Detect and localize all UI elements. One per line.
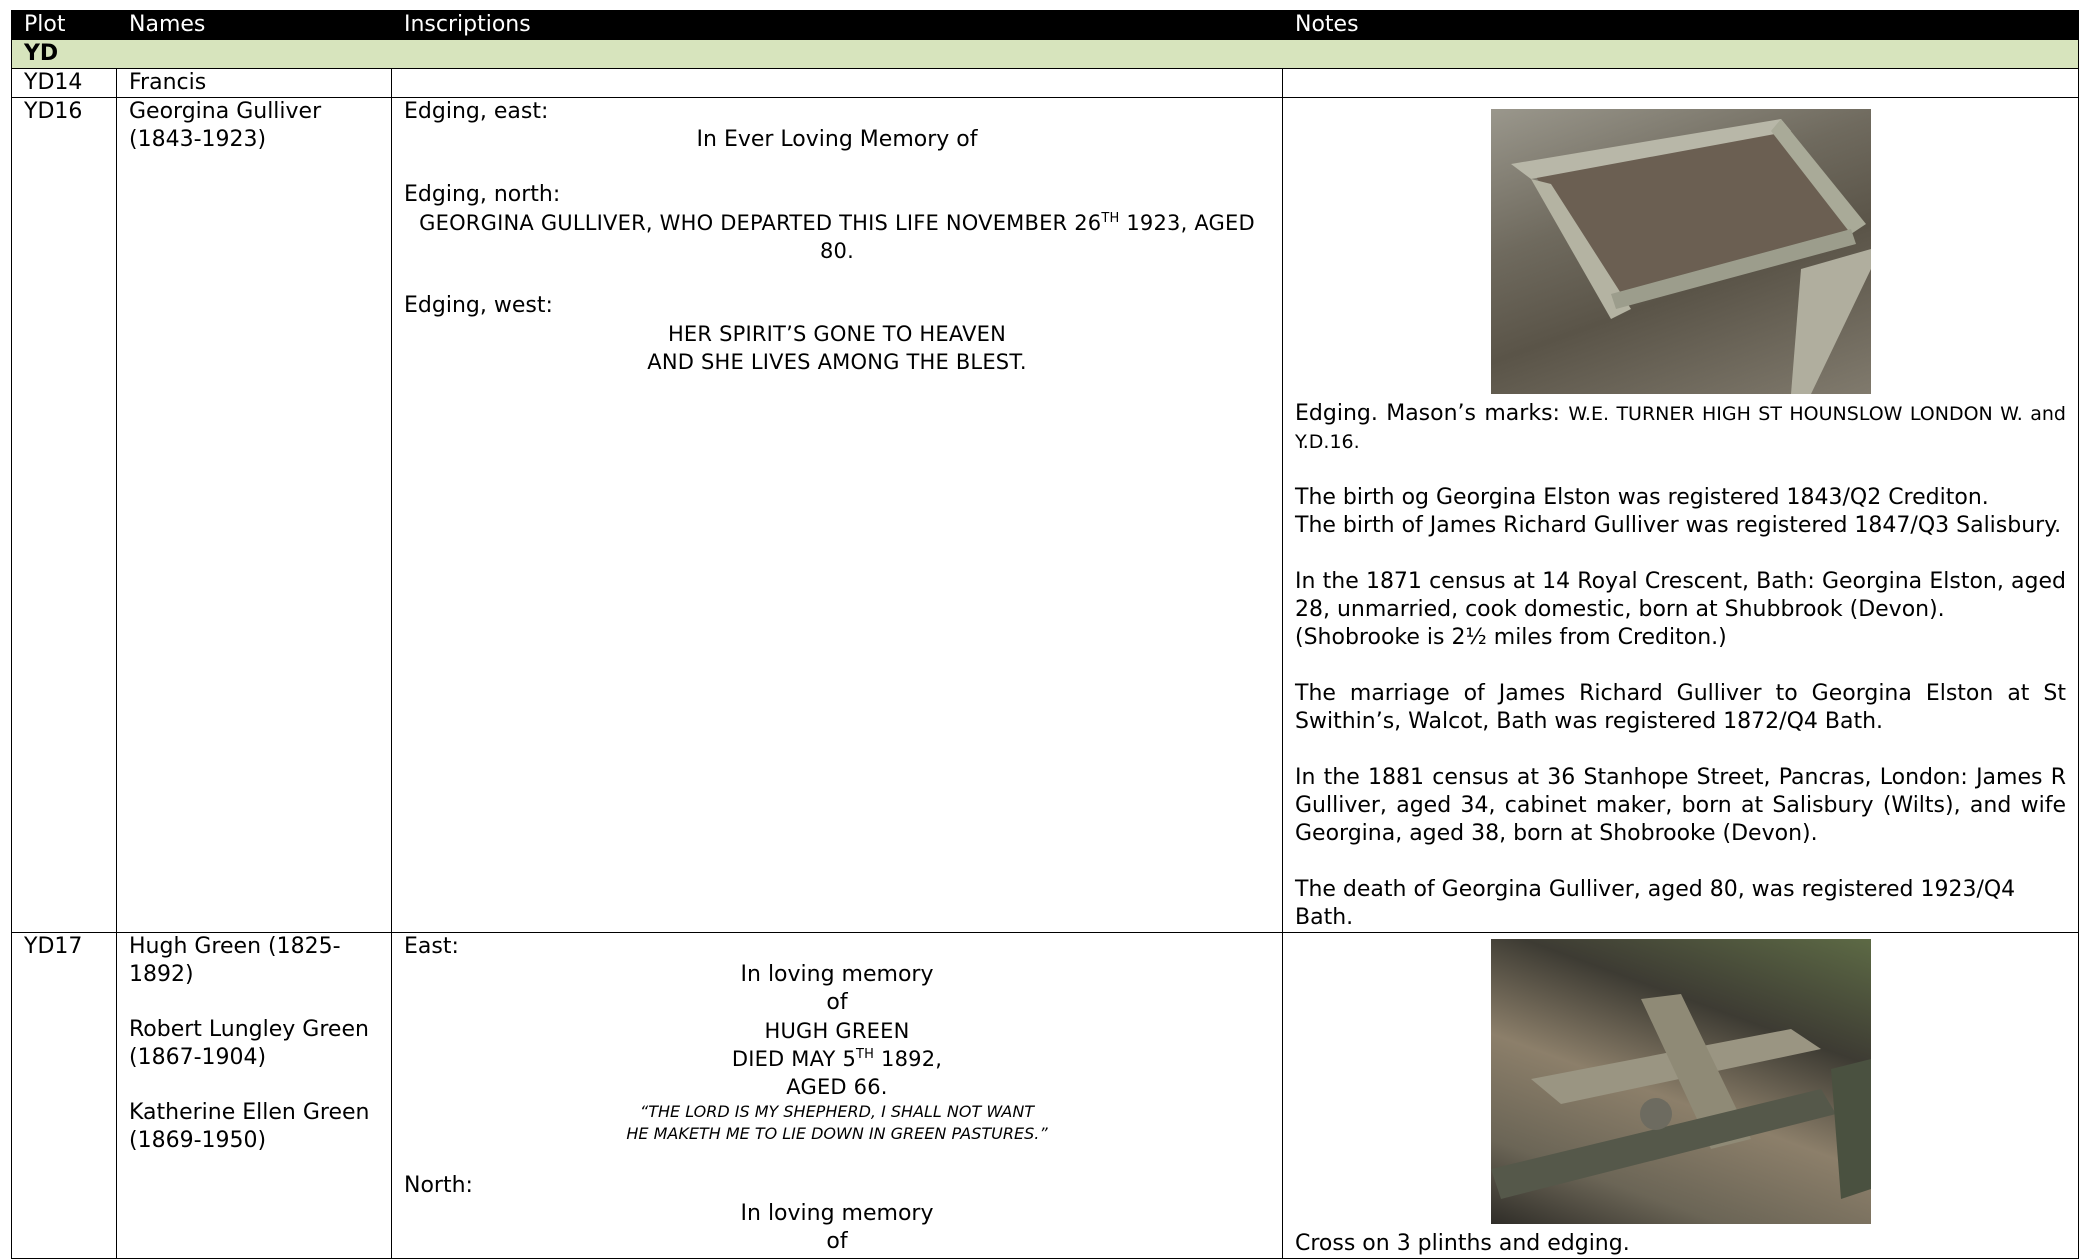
- note-paragraph: The death of Georgina Gulliver, aged 80,…: [1295, 877, 2016, 930]
- section-label: YD: [11, 39, 2079, 69]
- inscription-text: HUGH GREEN: [764, 1019, 910, 1043]
- names-cell: Francis: [116, 68, 392, 98]
- header-plot: Plot: [11, 10, 117, 40]
- table-row-yd16: YD16 Georgina Gulliver (1843-1923) Edgin…: [11, 97, 2079, 933]
- inscription-text: In Ever Loving Memory of: [696, 127, 978, 152]
- inscription-text: GEORGINA GULLIVER, WHO DEPARTED THIS LIF…: [419, 211, 1255, 263]
- header-names: Names: [116, 10, 392, 40]
- note-paragraph: The birth og Georgina Elston was registe…: [1295, 485, 2062, 538]
- plot-cell: YD17: [11, 932, 117, 1259]
- inscription-label: Edging, west:: [404, 293, 553, 318]
- inscription-quote: “THE LORD IS MY SHEPHERD, I SHALL NOT WA…: [639, 1102, 1035, 1121]
- notes-cell: Edging. Mason’s marks: W.E. TURNER HIGH …: [1282, 97, 2079, 933]
- note-paragraph: Edging. Mason’s marks: W.E. TURNER HIGH …: [1295, 401, 2066, 453]
- notes-cell: Cross on 3 plinths and edging.: [1282, 932, 2079, 1259]
- note-paragraph: In the 1871 census at 14 Royal Crescent,…: [1295, 569, 2066, 650]
- section-row: YD: [11, 39, 2079, 69]
- inscription-text: In loving memory: [740, 1201, 934, 1226]
- note-paragraph: Cross on 3 plinths and edging.: [1295, 1231, 1630, 1256]
- grave-edging-photo: [1490, 109, 1871, 394]
- burial-register-table: Plot Names Inscriptions Notes YD YD14 Fr…: [11, 10, 2079, 1259]
- person-name: Katherine Ellen Green (1869-1950): [129, 1100, 370, 1153]
- person-years: (1843-1923): [129, 127, 267, 152]
- header-inscriptions: Inscriptions: [391, 10, 1283, 40]
- plot-cell: YD16: [11, 97, 117, 933]
- inscription-label: East:: [404, 934, 459, 959]
- inscription-quote: HE MAKETH ME TO LIE DOWN IN GREEN PASTUR…: [626, 1124, 1048, 1143]
- person-name: Hugh Green (1825-1892): [129, 934, 341, 987]
- note-paragraph: The marriage of James Richard Gulliver t…: [1295, 681, 2066, 734]
- inscription-text: In loving memory: [740, 962, 934, 987]
- fallen-cross-photo: [1490, 939, 1871, 1224]
- inscriptions-cell: East: In loving memory of HUGH GREEN DIE…: [391, 932, 1283, 1259]
- person-name: Georgina Gulliver: [129, 99, 322, 124]
- inscription-text: DIED MAY 5TH 1892,: [731, 1047, 943, 1071]
- inscriptions-cell: [391, 68, 1283, 98]
- inscription-text: of: [826, 990, 848, 1015]
- table-row-yd14: YD14 Francis: [11, 68, 2079, 98]
- header-notes: Notes: [1282, 10, 2079, 40]
- inscription-label: Edging, east:: [404, 99, 549, 124]
- plot-cell: YD14: [11, 68, 117, 98]
- names-cell: Hugh Green (1825-1892) Robert Lungley Gr…: [116, 932, 392, 1259]
- inscription-text: of: [826, 1229, 848, 1254]
- header-row: Plot Names Inscriptions Notes: [11, 10, 2079, 40]
- inscription-text: AGED 66.: [786, 1075, 888, 1099]
- note-paragraph: In the 1881 census at 36 Stanhope Street…: [1295, 765, 2066, 846]
- names-cell: Georgina Gulliver (1843-1923): [116, 97, 392, 933]
- inscriptions-cell: Edging, east: In Ever Loving Memory of E…: [391, 97, 1283, 933]
- page: Plot Names Inscriptions Notes YD YD14 Fr…: [0, 0, 2081, 1259]
- inscription-text: AND SHE LIVES AMONG THE BLEST.: [647, 350, 1027, 374]
- inscription-text: HER SPIRIT’S GONE TO HEAVEN: [667, 322, 1007, 346]
- notes-cell: [1282, 68, 2079, 98]
- table-row-yd17: YD17 Hugh Green (1825-1892) Robert Lungl…: [11, 932, 2079, 1259]
- inscription-label: North:: [404, 1173, 473, 1198]
- person-name: Robert Lungley Green (1867-1904): [129, 1017, 369, 1070]
- inscription-label: Edging, north:: [404, 182, 561, 207]
